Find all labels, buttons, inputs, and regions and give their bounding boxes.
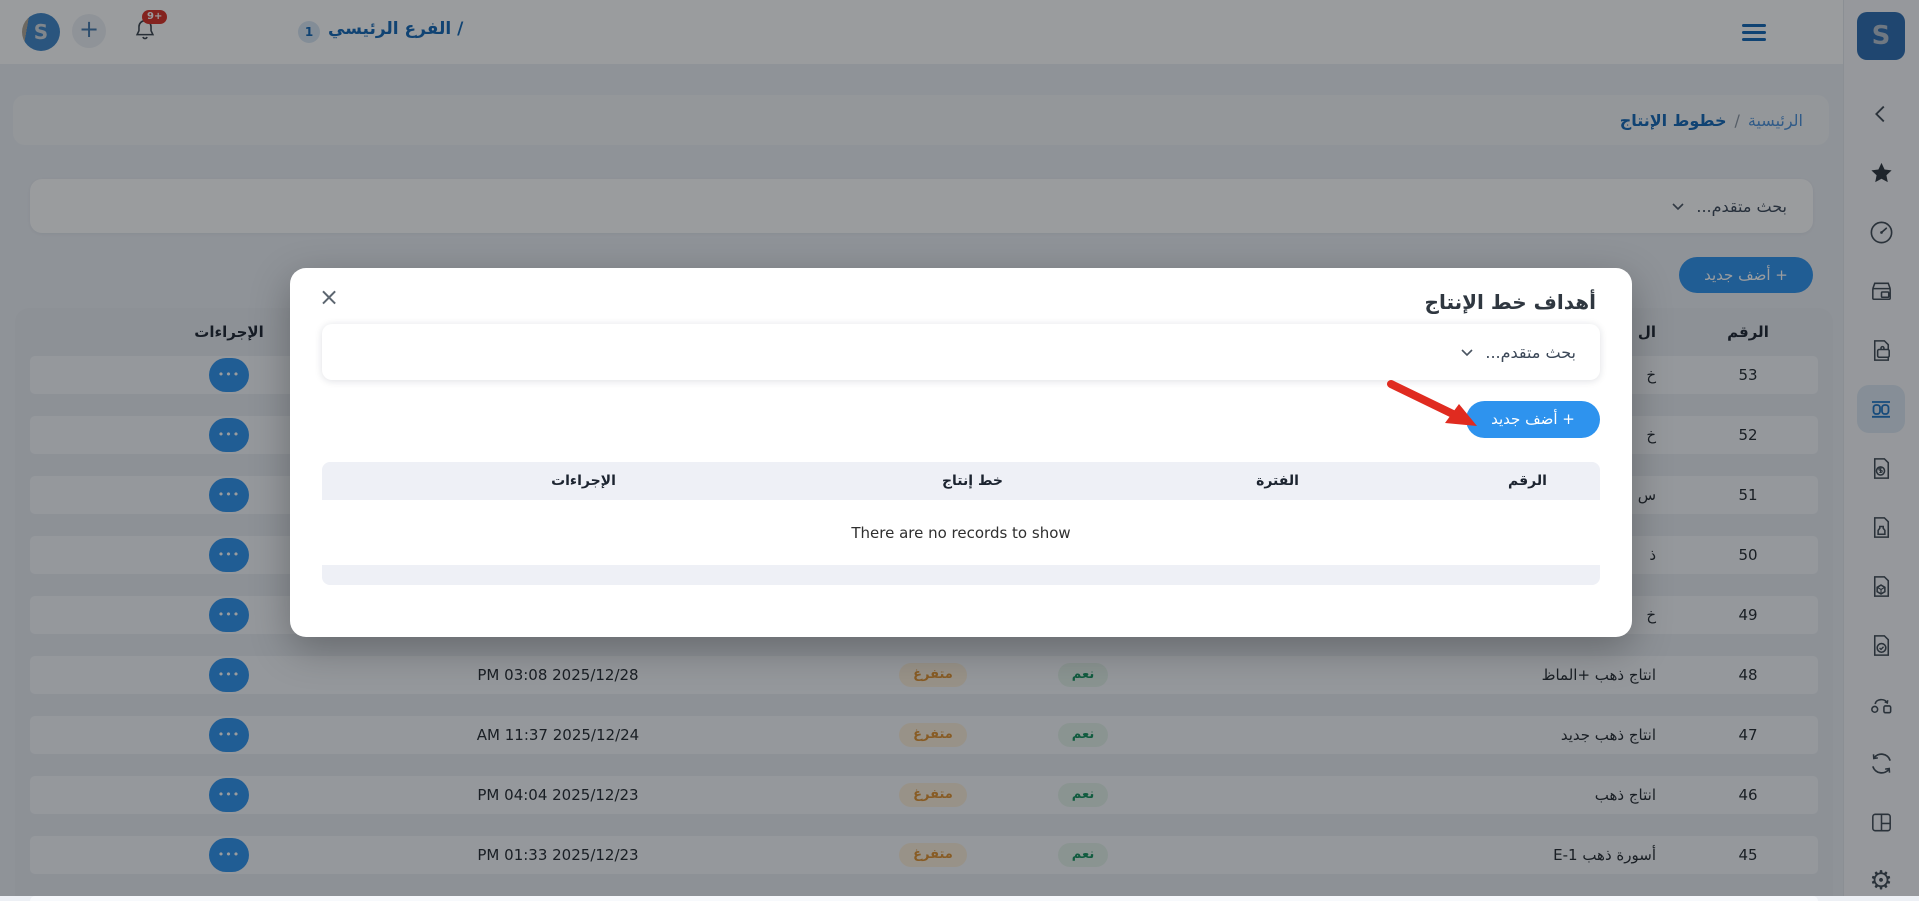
modal-advanced-search-label: بحث متقدم... [1485, 343, 1576, 362]
modal-goals-table: الرقمالفترةخط إنتاجالإجراءات There are n… [322, 462, 1600, 585]
table-row-partial [30, 896, 1818, 901]
modal-advanced-search-toggle[interactable]: بحث متقدم... [322, 324, 1600, 380]
modal-header-cell: الرقم [1455, 473, 1600, 489]
empty-state-message: There are no records to show [322, 500, 1600, 565]
modal-title: أهداف خط الإنتاج [1425, 290, 1596, 314]
modal-header-cell: الإجراءات [322, 473, 845, 489]
close-icon[interactable]: × [316, 284, 342, 310]
modal-header-cell: الفترة [1100, 473, 1455, 489]
modal-table-header-row: الرقمالفترةخط إنتاجالإجراءات [322, 462, 1600, 500]
modal-table-footer [322, 565, 1600, 585]
chevron-down-icon [1459, 344, 1475, 360]
production-line-goals-modal: × أهداف خط الإنتاج بحث متقدم... + أضف جد… [290, 268, 1632, 637]
modal-add-new-button[interactable]: + أضف جديد [1466, 401, 1600, 438]
tutorial-arrow-icon [1385, 376, 1485, 438]
modal-header-cell: خط إنتاج [845, 473, 1100, 489]
